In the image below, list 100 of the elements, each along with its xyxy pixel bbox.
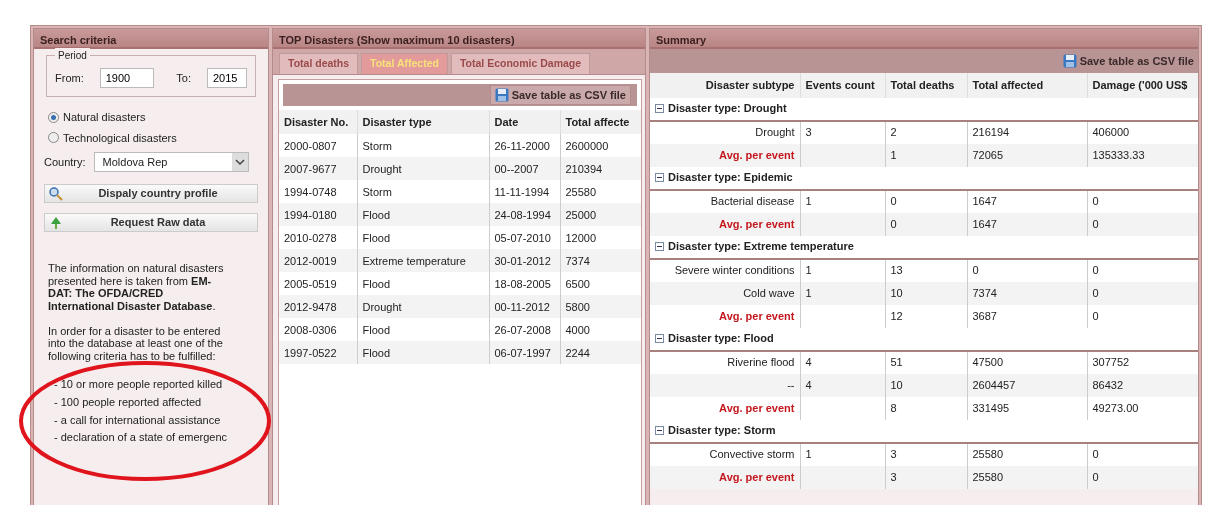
table-cell: 307752 [1087, 350, 1198, 374]
column-header: Total affecte [560, 109, 641, 135]
table-cell: Flood [357, 203, 489, 227]
table-cell: 216194 [967, 120, 1087, 144]
radio-button[interactable] [48, 111, 59, 123]
table-cell: 3 [885, 465, 967, 489]
info-paragraph: The information on natural disasters presented here is taken from EM-DAT: The OFDA/CRED International Disaster Database. [48, 262, 225, 313]
criteria-item: - declaration of a state of emergenc [54, 430, 228, 446]
table-cell: 4 [800, 373, 885, 397]
criteria-item: - a call for international assistance [54, 412, 221, 428]
group-title: Disaster type: Extreme temperature [668, 238, 854, 254]
table-cell: 25580 [967, 465, 1087, 489]
table-cell: 1647 [967, 189, 1087, 213]
criteria-item: - 10 or more people reported killed [54, 377, 223, 393]
table-cell: 1 [800, 281, 885, 305]
table-cell: 1 [800, 442, 885, 466]
table-cell: 2012-9478 [279, 295, 357, 319]
table-cell: 2012-0019 [279, 249, 357, 273]
table-cell: 1 [800, 189, 885, 213]
table-cell: 3 [885, 442, 967, 466]
column-header: Events count [800, 73, 885, 98]
group-title: Disaster type: Epidemic [668, 169, 793, 185]
table-cell: 30-01-2012 [489, 249, 560, 273]
table-cell: 0 [1087, 258, 1198, 282]
table-cell: Drought [650, 120, 800, 144]
table-cell: 2 [885, 120, 967, 144]
table-cell: Drought [357, 157, 489, 181]
table-cell: 24-08-1994 [489, 203, 560, 227]
panel-title: Search criteria [34, 29, 268, 49]
table-cell: 0 [885, 212, 967, 236]
table-cell: 06-07-1997 [489, 341, 560, 365]
table-cell: Riverine flood [650, 350, 800, 374]
table-cell: 1 [885, 143, 967, 167]
table-cell: 0 [1087, 442, 1198, 466]
table-cell: 49273.00 [1087, 396, 1198, 420]
table-cell: 0 [1087, 465, 1198, 489]
save-csv-button[interactable]: Save table as CSV file [489, 84, 631, 105]
table-cell: 2007-9677 [279, 157, 357, 181]
country-label: Country: [44, 154, 86, 170]
table-cell: 406000 [1087, 120, 1198, 144]
table-cell: 51 [885, 350, 967, 374]
radio-label: Natural disasters [63, 110, 146, 125]
table-cell: 3687 [967, 304, 1087, 328]
radio-label: Technological disasters [63, 130, 177, 146]
table-cell: Drought [357, 295, 489, 319]
group-title: Disaster type: Drought [668, 100, 787, 116]
table-cell: 10 [885, 373, 967, 397]
table-cell: 7374 [967, 281, 1087, 305]
to-field[interactable]: 2015 [207, 68, 247, 88]
table-cell: Bacterial disease [650, 189, 800, 213]
radio-button[interactable] [48, 132, 59, 144]
table-cell: Avg. per event [650, 143, 800, 167]
criteria-item: - 100 people reported affected [54, 395, 202, 411]
table-cell: Cold wave [650, 281, 800, 305]
table-cell: Avg. per event [650, 212, 800, 236]
table-cell: Convective storm [650, 442, 800, 466]
table-cell: 331495 [967, 396, 1087, 420]
criteria-paragraph: In order for a disaster to be entered into the database at least one of the following criteria has to be fulfilled: [48, 324, 224, 363]
from-field[interactable]: 1900 [99, 68, 154, 88]
panel-title: Summary [650, 29, 1198, 49]
table-cell: 1994-0180 [279, 203, 357, 227]
table-cell: 7374 [560, 249, 641, 273]
country-select[interactable]: Moldova Rep [93, 152, 249, 172]
magnifier-icon [49, 186, 63, 201]
profile-button[interactable]: Dispaly country profile [44, 184, 258, 203]
table-cell: 8 [885, 396, 967, 420]
table-cell: Extreme temperature [357, 249, 489, 273]
table-cell: 0 [1087, 281, 1198, 305]
dropdown-caret-icon [231, 153, 248, 171]
table-cell: Flood [357, 341, 489, 365]
table-cell: 25000 [560, 203, 641, 227]
column-header: Total deaths [885, 73, 967, 98]
table-cell: 2604457 [967, 373, 1087, 397]
table-cell: 135333.33 [1087, 143, 1198, 167]
from-label: From: [55, 70, 84, 86]
to-label: To: [176, 70, 191, 86]
table-cell: 1 [800, 258, 885, 282]
table-cell: 2244 [560, 341, 641, 365]
table-cell: 3 [800, 120, 885, 144]
table-cell: Severe winter conditions [650, 258, 800, 282]
table-cell: 1647 [967, 212, 1087, 236]
column-header: Date [489, 109, 560, 135]
tab[interactable]: Total Economic Damage [450, 53, 591, 74]
table-cell: 0 [1087, 189, 1198, 213]
table-cell: 1997-0522 [279, 341, 357, 365]
table-cell: 210394 [560, 157, 641, 181]
table-cell: 0 [885, 189, 967, 213]
table-cell: 00--2007 [489, 157, 560, 181]
table-cell: Avg. per event [650, 304, 800, 328]
table-cell: Avg. per event [650, 465, 800, 489]
tab[interactable]: Total deaths [279, 53, 359, 74]
table-cell: 47500 [967, 350, 1087, 374]
table-cell: 0 [1087, 212, 1198, 236]
table-cell: 86432 [1087, 373, 1198, 397]
table-cell: 13 [885, 258, 967, 282]
panel-title: TOP Disasters (Show maximum 10 disasters) [273, 29, 645, 49]
column-header: Total affected [967, 73, 1087, 98]
profile-button[interactable]: Request Raw data [44, 213, 258, 232]
table-cell: 25580 [967, 442, 1087, 466]
group-title: Disaster type: Flood [668, 330, 774, 346]
